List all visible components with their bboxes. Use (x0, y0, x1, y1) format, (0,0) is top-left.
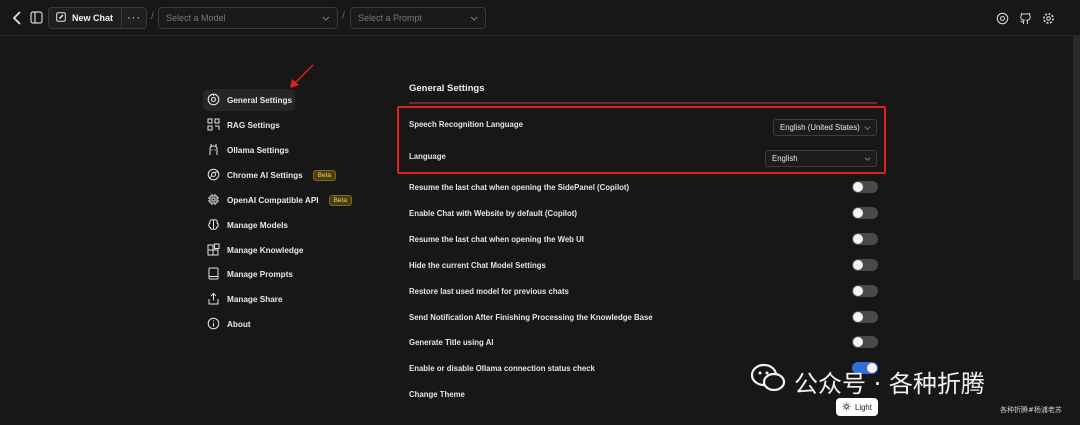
sidebar-item-label: Manage Prompts (227, 269, 293, 279)
setting-label: Enable or disable Ollama connection stat… (409, 363, 595, 373)
prompt-select[interactable]: Select a Prompt (350, 7, 486, 29)
page-title: General Settings (409, 83, 485, 94)
chevron-down-icon (864, 155, 871, 164)
theme-label: Change Theme (409, 389, 465, 399)
setting-row: Resume the last chat when opening the Si… (409, 177, 879, 197)
top-bar: New Chat ··· / Select a Model / Select a… (0, 0, 1080, 36)
watermark-subtext: 各种折腾#杨浦老苏 (1000, 406, 1062, 414)
new-chat-button[interactable]: New Chat (48, 7, 122, 29)
more-options-button[interactable]: ··· (121, 7, 147, 29)
sidebar-item-label: Manage Models (227, 220, 288, 230)
hide-model-settings-toggle[interactable] (852, 259, 878, 271)
chevron-down-icon (470, 14, 478, 24)
separator: / (151, 11, 154, 22)
speech-language-select[interactable]: English (United States) (773, 119, 877, 136)
setting-label: Resume the last chat when opening the Si… (409, 182, 630, 192)
chevron-down-icon (864, 124, 871, 133)
sidebar-item-label: General Settings (227, 95, 293, 105)
language-label: Language (409, 151, 446, 161)
theme-button-label: Light (855, 402, 872, 412)
setting-row: Enable Chat with Website by default (Cop… (409, 203, 879, 223)
language-select[interactable]: English (765, 150, 877, 167)
model-select-placeholder: Select a Model (166, 13, 226, 23)
annotation-arrow (290, 64, 314, 88)
watermark-text: 公众号 · 各种折腾 (794, 369, 985, 398)
chrome-icon (207, 168, 220, 183)
sidebar-item-about[interactable]: About (203, 313, 251, 335)
model-select[interactable]: Select a Model (158, 7, 338, 29)
chevron-down-icon (322, 14, 330, 24)
sidebar-toggle-icon[interactable] (29, 10, 43, 24)
setting-label: Generate Title using AI (409, 337, 494, 347)
knowledge-notification-toggle[interactable] (852, 311, 878, 323)
sidebar-item-general-settings[interactable]: General Settings (203, 89, 295, 111)
setting-row: Hide the current Chat Model Settings (409, 255, 879, 275)
theme-toggle-button[interactable]: Light (836, 398, 878, 416)
divider (409, 102, 877, 104)
sidebar-item-label: OpenAI Compatible API (227, 195, 319, 205)
beta-badge: Beta (328, 194, 352, 206)
settings-cog-icon[interactable] (995, 11, 1010, 26)
setting-label: Enable Chat with Website by default (Cop… (409, 208, 577, 218)
setting-label: Send Notification After Finishing Proces… (409, 312, 653, 322)
setting-row: Resume the last chat when opening the We… (409, 229, 879, 249)
separator: / (342, 11, 345, 22)
toggle-knob (853, 312, 863, 322)
sun-icon (842, 401, 851, 413)
ollama-icon (207, 143, 220, 158)
toggle-knob (853, 286, 863, 296)
edit-icon (56, 12, 66, 24)
scrollbar[interactable] (1073, 36, 1080, 280)
toggle-knob (853, 182, 863, 192)
rag-icon (207, 118, 220, 133)
language-value: English (772, 154, 798, 163)
back-arrow-icon[interactable] (10, 10, 24, 26)
sidebar-item-label: RAG Settings (227, 120, 280, 130)
new-chat-label: New Chat (72, 13, 114, 23)
toggle-knob (853, 260, 863, 270)
resume-web-ui-toggle[interactable] (852, 233, 878, 245)
setting-row: Restore last used model for previous cha… (409, 281, 879, 301)
gear-icon[interactable] (1041, 11, 1056, 26)
sidebar-item-chrome-ai-settings[interactable]: Chrome AI Settings Beta (203, 164, 337, 186)
chat-with-website-toggle[interactable] (852, 207, 878, 219)
share-icon (207, 292, 220, 307)
speech-language-value: English (United States) (780, 123, 860, 132)
github-icon[interactable] (1018, 11, 1033, 26)
blocks-icon (207, 243, 220, 258)
sidebar-item-label: Manage Share (227, 294, 283, 304)
sidebar-item-manage-knowledge[interactable]: Manage Knowledge (203, 239, 303, 261)
sidebar-item-manage-models[interactable]: Manage Models (203, 214, 288, 236)
info-icon (207, 317, 220, 332)
sidebar-item-manage-prompts[interactable]: Manage Prompts (203, 263, 293, 285)
chip-icon (207, 193, 220, 208)
sidebar-item-ollama-settings[interactable]: Ollama Settings (203, 139, 289, 161)
sidebar-item-label: Manage Knowledge (227, 245, 304, 255)
speech-language-label: Speech Recognition Language (409, 119, 523, 129)
book-icon (207, 267, 220, 282)
setting-row: Generate Title using AI (409, 332, 879, 352)
sidebar-item-label: Ollama Settings (227, 145, 289, 155)
sidebar-item-label: Chrome AI Settings (227, 170, 303, 180)
brain-icon (207, 218, 220, 233)
sidebar-item-rag-settings[interactable]: RAG Settings (203, 114, 280, 136)
resume-sidepanel-toggle[interactable] (852, 181, 878, 193)
sidebar-item-label: About (227, 319, 251, 329)
toggle-knob (853, 337, 863, 347)
sidebar-item-openai-compatible-api[interactable]: OpenAI Compatible API Beta (203, 189, 352, 211)
general-settings-icon (207, 93, 220, 108)
setting-label: Hide the current Chat Model Settings (409, 260, 546, 270)
restore-model-toggle[interactable] (852, 285, 878, 297)
watermark: 公众号 · 各种折腾 (750, 363, 985, 399)
toggle-knob (853, 234, 863, 244)
setting-row: Send Notification After Finishing Proces… (409, 307, 879, 327)
toggle-knob (853, 208, 863, 218)
beta-badge: Beta (312, 169, 337, 181)
prompt-select-placeholder: Select a Prompt (358, 13, 423, 23)
setting-label: Resume the last chat when opening the We… (409, 234, 584, 244)
generate-title-toggle[interactable] (852, 336, 878, 348)
sidebar-item-manage-share[interactable]: Manage Share (203, 288, 283, 310)
wechat-icon (750, 363, 786, 399)
setting-label: Restore last used model for previous cha… (409, 286, 569, 296)
